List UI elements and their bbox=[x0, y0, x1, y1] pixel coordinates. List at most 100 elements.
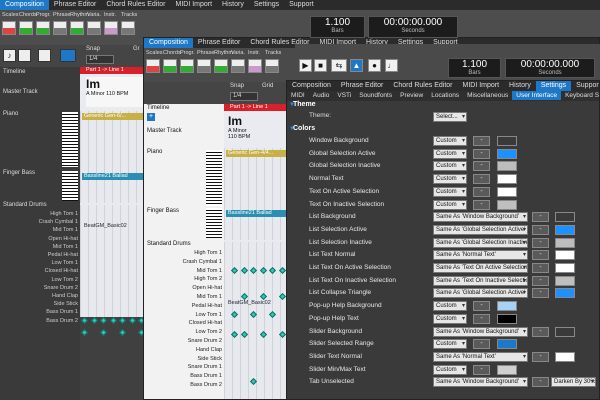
note-icon[interactable]: ♪ bbox=[3, 49, 16, 62]
color-option-button[interactable]: - bbox=[532, 288, 549, 299]
color-option-button[interactable]: - bbox=[473, 148, 490, 159]
drum-note[interactable] bbox=[99, 316, 108, 325]
menu-composition[interactable]: Composition bbox=[287, 81, 336, 91]
color-option-button[interactable]: - bbox=[473, 186, 490, 197]
color-source-select[interactable]: Custom bbox=[433, 148, 467, 159]
mid-track-finger-bass[interactable]: Finger Bass bbox=[147, 208, 179, 214]
color-source-select[interactable]: Same As 'Window Background' bbox=[433, 326, 528, 337]
tab-audio[interactable]: Audio bbox=[309, 91, 334, 100]
color-option-button[interactable]: - bbox=[473, 136, 490, 146]
color-swatch[interactable] bbox=[555, 212, 575, 223]
color-option-button[interactable]: - bbox=[532, 237, 549, 248]
tempo-icon[interactable]: ♩ bbox=[385, 59, 398, 72]
color-source-select[interactable]: Same As 'Normal Text' bbox=[433, 250, 528, 261]
color-swatch[interactable] bbox=[497, 174, 517, 185]
theme-select[interactable]: Select... bbox=[433, 112, 467, 122]
menu-settings[interactable]: Settings bbox=[249, 0, 284, 10]
mid-track-master[interactable]: Master Track bbox=[147, 128, 182, 134]
color-option-button[interactable]: - bbox=[473, 301, 490, 312]
color-source-select[interactable]: Same As 'Window Background' bbox=[433, 377, 528, 388]
cursor-icon[interactable] bbox=[60, 49, 76, 62]
color-source-select[interactable]: Same As 'Window Background' bbox=[433, 212, 528, 223]
tool-varia-icon[interactable] bbox=[231, 59, 245, 73]
color-source-select[interactable]: Same As 'Global Selection Inactive' bbox=[433, 237, 528, 248]
tool-tracks-icon[interactable] bbox=[121, 21, 135, 35]
tab-locations[interactable]: Locations bbox=[427, 91, 463, 100]
drum-note[interactable] bbox=[99, 328, 108, 337]
color-swatch[interactable] bbox=[555, 237, 575, 248]
color-option-button[interactable]: - bbox=[532, 224, 549, 235]
tool-progr-icon[interactable] bbox=[180, 59, 194, 73]
color-source-select[interactable]: Custom bbox=[433, 186, 467, 197]
menu-composition[interactable]: Composition bbox=[0, 0, 49, 10]
color-swatch[interactable] bbox=[555, 351, 575, 362]
color-source-select[interactable]: Same As 'Global Selection Active' bbox=[433, 224, 528, 235]
play-icon[interactable]: ▶ bbox=[299, 59, 312, 72]
color-swatch[interactable] bbox=[497, 313, 517, 324]
tool-icon[interactable] bbox=[38, 49, 51, 62]
color-source-select[interactable]: Custom bbox=[433, 364, 467, 375]
drum-note[interactable] bbox=[118, 328, 127, 337]
tab-miscellaneous[interactable]: Miscellaneous bbox=[463, 91, 512, 100]
tool-phrase-icon[interactable] bbox=[53, 21, 67, 35]
color-source-select[interactable]: Custom bbox=[433, 174, 467, 185]
tool-progr-icon[interactable] bbox=[36, 21, 50, 35]
menu-midi-import[interactable]: MIDI Import bbox=[170, 0, 217, 10]
color-swatch[interactable] bbox=[555, 275, 575, 286]
menu-midi-import[interactable]: MIDI Import bbox=[457, 81, 504, 91]
color-option-button[interactable]: - bbox=[473, 199, 490, 210]
drum-note[interactable] bbox=[90, 316, 98, 325]
tool-phrase-icon[interactable] bbox=[197, 59, 211, 73]
color-swatch[interactable] bbox=[555, 288, 575, 299]
color-option-button[interactable]: - bbox=[532, 351, 549, 362]
mid-track-timeline[interactable]: Timeline bbox=[147, 105, 169, 111]
bass-clip[interactable]: Bassline21 Ballad bbox=[82, 173, 148, 180]
tool-chords-icon[interactable] bbox=[163, 59, 177, 73]
snap-select[interactable]: 1/4 bbox=[86, 55, 114, 64]
piano-clip[interactable]: Generic Gen-6/... bbox=[82, 113, 148, 120]
color-swatch[interactable] bbox=[497, 186, 517, 197]
color-source-select[interactable]: Same As 'Global Selection Active' bbox=[433, 288, 528, 299]
tool-scales-icon[interactable] bbox=[2, 21, 16, 35]
loop-icon[interactable]: ⇆ bbox=[331, 59, 347, 72]
color-swatch[interactable] bbox=[555, 326, 575, 337]
record-icon[interactable]: ● bbox=[368, 59, 381, 72]
mid-track-piano[interactable]: Piano bbox=[147, 149, 162, 155]
drum-note[interactable] bbox=[128, 316, 136, 325]
color-source-select[interactable]: Same As 'Normal Text' bbox=[433, 351, 528, 362]
color-swatch[interactable] bbox=[555, 250, 575, 261]
color-option-button[interactable]: - bbox=[532, 377, 549, 388]
menu-phrase-editor[interactable]: Phrase Editor bbox=[49, 0, 101, 10]
menu-chord-rules-editor[interactable]: Chord Rules Editor bbox=[101, 0, 170, 10]
color-option-button[interactable]: - bbox=[473, 339, 490, 350]
color-source-select[interactable]: Custom bbox=[433, 136, 467, 146]
menu-support[interactable]: Support bbox=[284, 0, 319, 10]
color-option-button[interactable]: - bbox=[532, 263, 549, 273]
drum-note[interactable] bbox=[109, 316, 117, 325]
stop-icon[interactable]: ■ bbox=[314, 59, 327, 72]
color-source-select[interactable]: Custom bbox=[433, 313, 467, 324]
color-option-button[interactable]: - bbox=[532, 250, 549, 261]
color-swatch[interactable] bbox=[555, 224, 575, 235]
color-modifier-select[interactable]: Darken By 30% bbox=[551, 377, 596, 388]
mid-track-drums[interactable]: Standard Drums bbox=[147, 241, 191, 247]
color-option-button[interactable]: - bbox=[473, 174, 490, 185]
menu-history[interactable]: History bbox=[504, 81, 536, 91]
color-option-button[interactable]: - bbox=[473, 161, 490, 172]
color-swatch[interactable] bbox=[497, 148, 517, 159]
tab-user-interface[interactable]: User Interface bbox=[512, 91, 562, 100]
color-option-button[interactable]: - bbox=[473, 313, 490, 324]
tool-instr-icon[interactable] bbox=[104, 21, 118, 35]
drum-note[interactable] bbox=[80, 316, 89, 325]
tool-instr-icon[interactable] bbox=[248, 59, 262, 73]
tool-tracks-icon[interactable] bbox=[265, 59, 279, 73]
color-swatch[interactable] bbox=[497, 136, 517, 146]
tool-chords-icon[interactable] bbox=[19, 21, 33, 35]
track-finger-bass[interactable]: Finger Bass bbox=[3, 170, 35, 176]
color-swatch[interactable] bbox=[497, 301, 517, 312]
track-master[interactable]: Master Track bbox=[3, 89, 38, 95]
color-swatch[interactable] bbox=[497, 199, 517, 210]
drum-note[interactable] bbox=[80, 328, 89, 337]
tab-midi[interactable]: MIDI bbox=[287, 91, 309, 100]
menu-settings[interactable]: Settings bbox=[535, 81, 572, 91]
